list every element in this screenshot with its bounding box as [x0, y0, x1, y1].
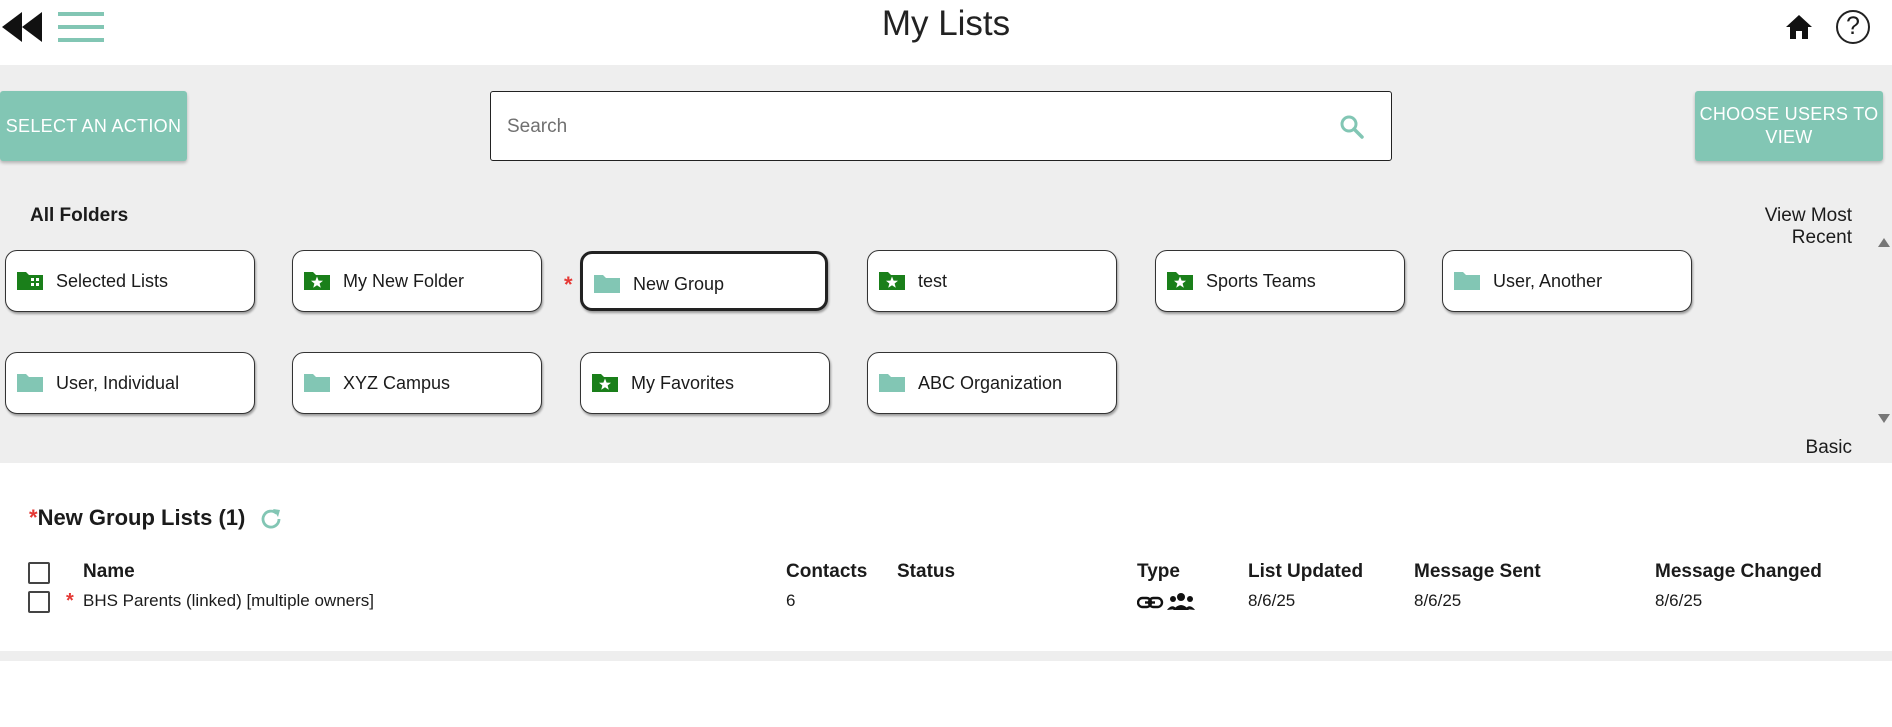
contacts-count: 6 [786, 591, 796, 610]
star-folder-icon [592, 374, 618, 392]
star-folder-icon [304, 272, 330, 290]
select-all-checkbox[interactable] [28, 562, 50, 584]
folder-label: Sports Teams [1206, 271, 1316, 291]
choose-users-button[interactable]: Choose Users to View [1695, 91, 1883, 161]
folder-icon [594, 275, 620, 293]
all-folders-heading: All Folders [30, 205, 129, 226]
list-updated-date: 8/6/25 [1248, 591, 1296, 610]
home-icon[interactable] [1784, 12, 1814, 42]
folder-card[interactable]: ABC Organization [867, 352, 1117, 414]
folder-label: XYZ Campus [343, 373, 451, 393]
top-bar: My Lists ? [0, 0, 1892, 64]
search-input[interactable] [507, 112, 1307, 142]
scroll-down-icon[interactable] [1878, 414, 1890, 423]
view-most-recent-link[interactable]: View Most Recent [1700, 205, 1852, 249]
section-title: *New Group Lists (1) [29, 505, 245, 531]
folder-label: test [918, 271, 948, 291]
back-icon[interactable] [0, 10, 44, 44]
selected-lists-folder-icon [17, 272, 43, 290]
star-folder-icon [1167, 272, 1193, 290]
folder-card[interactable]: User, Another [1442, 250, 1692, 312]
column-header-message-sent[interactable]: Message Sent [1414, 561, 1541, 583]
column-header-contacts[interactable]: Contacts [786, 561, 867, 583]
search-icon[interactable] [1339, 114, 1365, 140]
folder-icon [879, 374, 905, 392]
folder-label: My Favorites [631, 373, 735, 393]
folder-label: ABC Organization [918, 373, 1063, 393]
list-name-link[interactable]: BHS Parents (linked) [multiple owners] [83, 591, 374, 611]
folder-label: Selected Lists [56, 271, 169, 291]
scroll-up-icon[interactable] [1878, 238, 1890, 247]
folder-card[interactable]: User, Individual [5, 352, 255, 414]
list-type-icons [1137, 593, 1195, 610]
folder-card[interactable]: Selected Lists [5, 250, 255, 312]
row-checkbox[interactable] [28, 591, 50, 613]
folder-card[interactable]: New Group [580, 251, 828, 311]
section-title-text: New Group Lists (1) [37, 505, 246, 530]
help-icon[interactable]: ? [1836, 10, 1870, 44]
folder-icon [1454, 272, 1480, 290]
lists-panel [0, 463, 1892, 651]
folder-card[interactable]: My Favorites [580, 352, 830, 414]
folder-label: User, Another [1493, 271, 1603, 291]
folder-card[interactable]: My New Folder [292, 250, 542, 312]
folder-card[interactable]: Sports Teams [1155, 250, 1405, 312]
folder-icon [17, 374, 43, 392]
link-icon [1137, 596, 1164, 609]
refresh-icon[interactable] [258, 506, 284, 532]
panel-footer [0, 651, 1892, 661]
page-title: My Lists [881, 4, 1011, 43]
select-action-button[interactable]: Select an Action [0, 91, 187, 161]
column-header-list-updated[interactable]: List Updated [1248, 561, 1363, 583]
column-header-name[interactable]: Name [83, 561, 135, 583]
folder-card[interactable]: XYZ Campus [292, 352, 542, 414]
folder-label: New Group [633, 274, 725, 294]
folder-label: User, Individual [56, 373, 180, 393]
search-box [490, 91, 1392, 161]
menu-icon[interactable] [58, 10, 104, 44]
column-header-message-changed[interactable]: Message Changed [1655, 561, 1822, 583]
group-icon [1167, 593, 1195, 610]
folder-icon [304, 374, 330, 392]
message-sent-date: 8/6/25 [1414, 591, 1462, 610]
message-changed-date: 8/6/25 [1655, 591, 1703, 610]
star-folder-icon [879, 272, 905, 290]
required-star-icon: * [29, 505, 38, 530]
column-header-status[interactable]: Status [897, 561, 955, 583]
folder-card[interactable]: test [867, 250, 1117, 312]
required-star-icon: * [66, 590, 74, 612]
column-header-type[interactable]: Type [1137, 561, 1180, 583]
basic-view-link[interactable]: Basic [1770, 437, 1852, 459]
folder-label: My New Folder [343, 271, 465, 291]
required-star-icon: * [564, 272, 573, 297]
